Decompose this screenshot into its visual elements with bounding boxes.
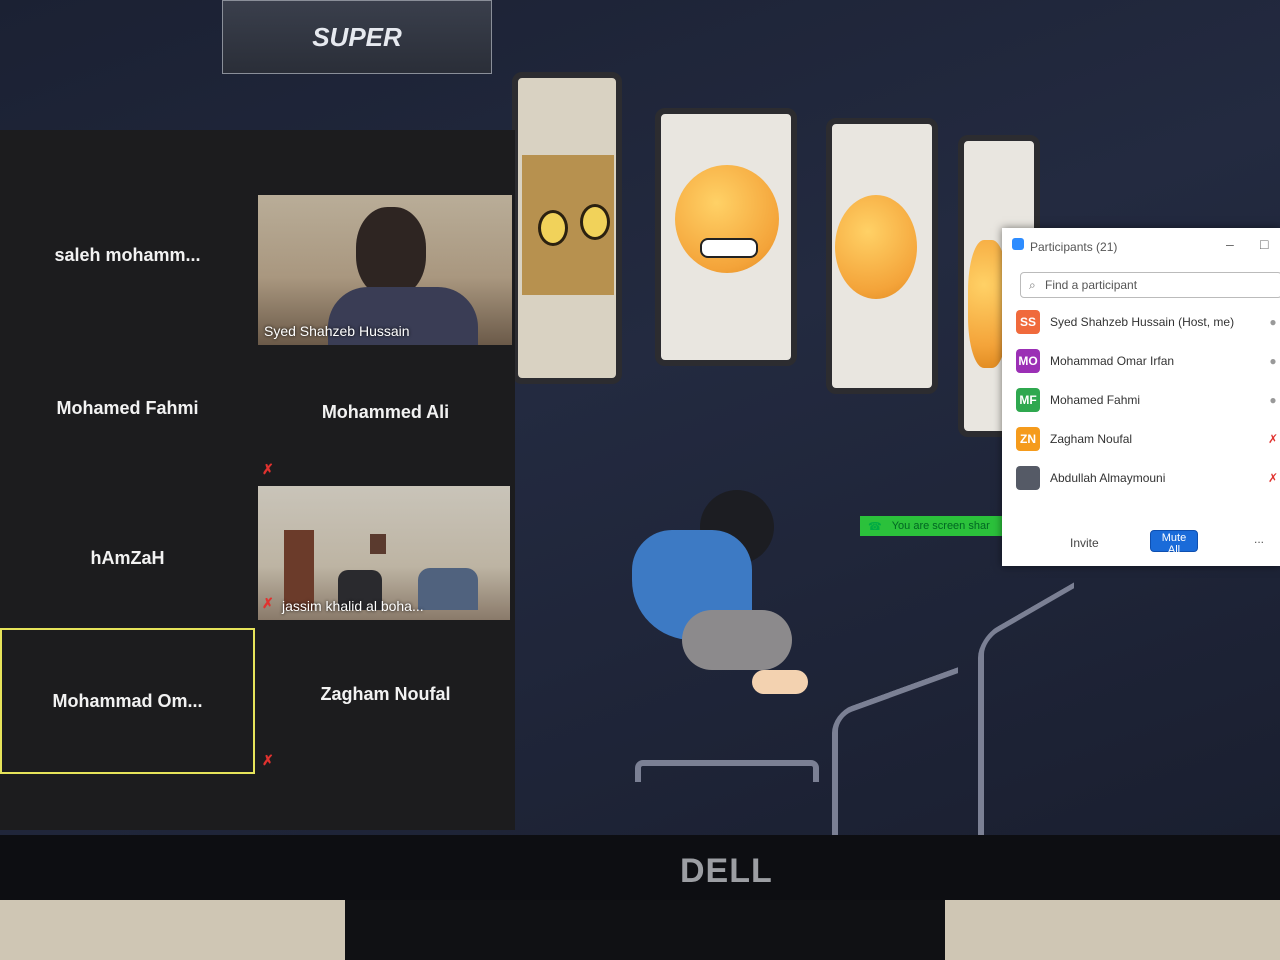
monitor-bezel: SUPER saleh mohamm... Syed Shahzeb Hussa… bbox=[0, 0, 1280, 900]
avatar: MO bbox=[1016, 349, 1040, 373]
mic-off-icon: ✗ bbox=[262, 752, 274, 768]
phone-stand bbox=[832, 667, 958, 835]
bag-eye-left bbox=[538, 210, 568, 246]
participant-name: Mohamed Fahmi bbox=[56, 397, 199, 418]
video-caption: jassim khalid al boha... bbox=[282, 598, 424, 614]
participant-row[interactable]: Abdullah Almaymouni ✗ bbox=[1016, 462, 1280, 494]
mute-all-button[interactable]: Mute All bbox=[1150, 530, 1198, 556]
participant-list-name: Syed Shahzeb Hussain (Host, me) bbox=[1050, 315, 1235, 329]
silly-emoji bbox=[835, 195, 917, 299]
mic-icon[interactable]: ● bbox=[1266, 315, 1280, 329]
participants-icon bbox=[1012, 238, 1024, 250]
participant-list-name: Mohammad Omar Irfan bbox=[1050, 354, 1175, 368]
participants-title: Participants (21) bbox=[1030, 240, 1118, 254]
sofa bbox=[418, 568, 478, 610]
participant-search-input[interactable]: ⌕ Find a participant bbox=[1020, 272, 1280, 298]
emoji-teeth bbox=[700, 238, 758, 258]
picture-frame bbox=[370, 534, 386, 554]
mic-icon[interactable]: ● bbox=[1266, 393, 1280, 407]
avatar: SS bbox=[1016, 310, 1040, 334]
participant-row[interactable]: MO Mohammad Omar Irfan ● bbox=[1016, 345, 1280, 377]
participant-name: Mohammed Ali bbox=[321, 401, 450, 422]
participant-tile[interactable]: Mohamed Fahmi bbox=[0, 338, 255, 478]
participants-footer: Invite Mute All ... bbox=[1002, 522, 1280, 566]
participant-list-name: Zagham Noufal bbox=[1050, 432, 1133, 446]
mic-icon[interactable]: ● bbox=[1266, 354, 1280, 368]
participant-video[interactable]: Syed Shahzeb Hussain bbox=[258, 195, 512, 345]
participant-name: Mohammad Om... bbox=[52, 690, 203, 711]
sad-person-illustration bbox=[622, 490, 812, 710]
mic-off-icon: ✗ bbox=[262, 461, 274, 477]
participant-row[interactable]: ZN Zagham Noufal ✗ bbox=[1016, 423, 1280, 455]
avatar-photo bbox=[1016, 466, 1040, 490]
mic-off-icon: ✗ bbox=[262, 595, 274, 611]
participant-tile-active-speaker[interactable]: Mohammad Om... bbox=[0, 628, 255, 774]
person-head bbox=[356, 207, 426, 297]
mic-off-icon[interactable]: ✗ bbox=[1266, 432, 1280, 446]
participant-tile[interactable]: Zagham Noufal bbox=[258, 624, 513, 764]
participant-name: saleh mohamm... bbox=[54, 244, 201, 265]
maximize-icon[interactable]: □ bbox=[1260, 236, 1268, 252]
gallery-view: saleh mohamm... Syed Shahzeb Hussain Moh… bbox=[0, 130, 515, 830]
super-logo: SUPER bbox=[222, 0, 492, 74]
participant-video[interactable]: ✗ jassim khalid al boha... bbox=[258, 486, 510, 620]
participant-tile[interactable]: Mohammed Ali bbox=[258, 342, 513, 482]
screen-share-text: You are screen shar bbox=[891, 520, 990, 532]
participant-list-name: Abdullah Almaymouni bbox=[1050, 471, 1166, 485]
bag-eye-right bbox=[580, 204, 610, 240]
participant-row[interactable]: MF Mohamed Fahmi ● bbox=[1016, 384, 1280, 416]
phone-stand bbox=[635, 760, 819, 782]
search-placeholder: Find a participant bbox=[1045, 278, 1138, 292]
participants-panel: Participants (21) – □ ⌕ Find a participa… bbox=[1002, 228, 1280, 566]
dell-logo: DELL bbox=[680, 852, 773, 890]
invite-button[interactable]: Invite bbox=[1064, 535, 1105, 551]
participant-name: hAmZaH bbox=[90, 547, 165, 568]
screen-share-banner[interactable]: ☎ You are screen shar bbox=[860, 516, 1002, 536]
more-options-button[interactable]: ... bbox=[1254, 532, 1264, 546]
phone-stand bbox=[978, 582, 1074, 835]
search-icon: ⌕ bbox=[1029, 278, 1036, 292]
mic-off-icon[interactable]: ✗ bbox=[1266, 471, 1280, 485]
minimize-icon[interactable]: – bbox=[1226, 236, 1234, 252]
monitor-stand bbox=[345, 900, 945, 960]
avatar: ZN bbox=[1016, 427, 1040, 451]
phone-icon: ☎ bbox=[868, 520, 882, 533]
participant-list-name: Mohamed Fahmi bbox=[1050, 393, 1141, 407]
avatar: MF bbox=[1016, 388, 1040, 412]
logo-text: SUPER bbox=[312, 21, 402, 52]
video-caption: Syed Shahzeb Hussain bbox=[264, 323, 410, 339]
participant-row[interactable]: SS Syed Shahzeb Hussain (Host, me) ● bbox=[1016, 306, 1280, 338]
participant-tile[interactable]: saleh mohamm... bbox=[0, 185, 255, 325]
participant-tile[interactable]: hAmZaH bbox=[0, 488, 255, 628]
participant-name: Zagham Noufal bbox=[320, 683, 451, 704]
